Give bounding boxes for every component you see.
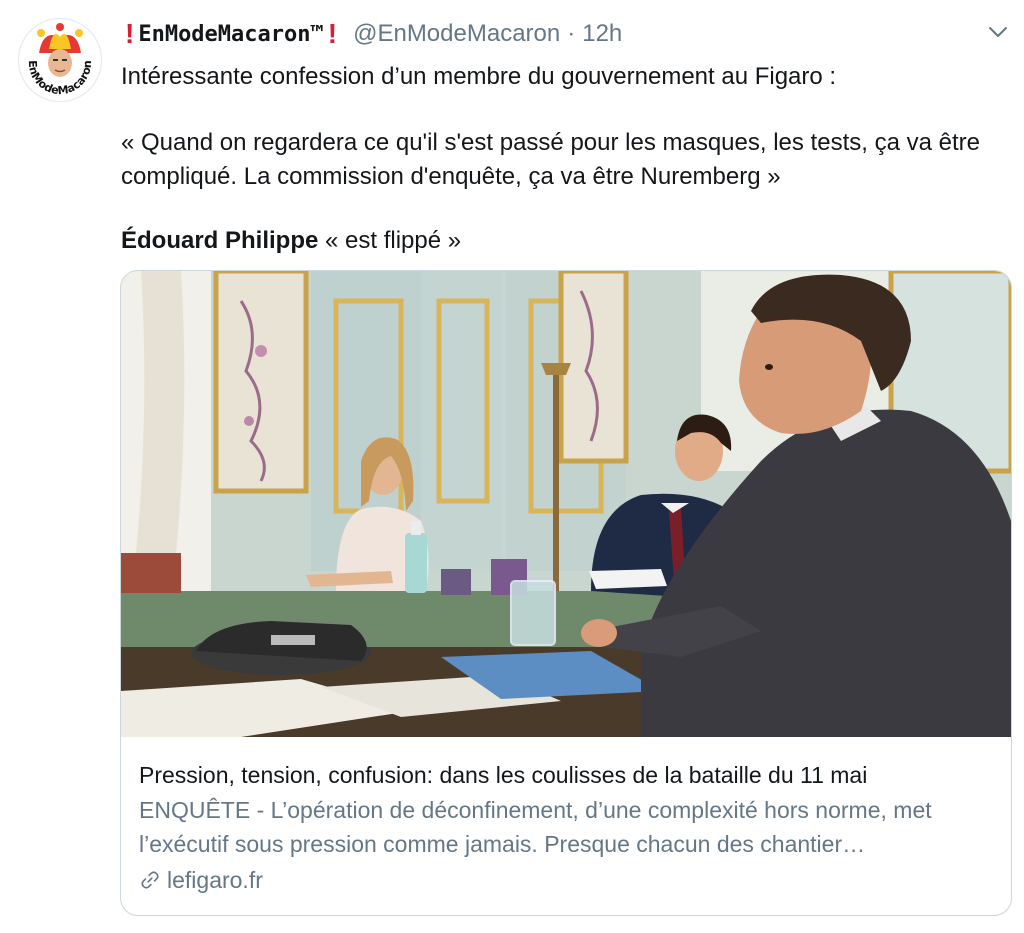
tweet-text-intro: Intéressante confession d’un membre du g… <box>121 63 837 90</box>
tweet-text-name: Édouard Philippe <box>121 227 319 254</box>
tweet-text-after-name: « est flippé » <box>318 227 462 254</box>
tweet-text: Intéressante confession d’un membre du g… <box>121 60 1001 258</box>
card-image <box>121 271 1011 737</box>
user-handle[interactable]: @EnModeMacaron <box>353 20 560 48</box>
display-name[interactable]: EnModeMacaron™ <box>138 22 323 47</box>
tweet-header: ! EnModeMacaron™ ! @EnModeMacaron · 12h <box>121 14 1001 54</box>
link-card[interactable]: Pression, tension, confusion: dans les c… <box>120 270 1012 916</box>
separator-dot: · <box>567 20 576 47</box>
card-title: Pression, tension, confusion: dans les c… <box>139 762 868 788</box>
timestamp[interactable]: 12h <box>582 20 622 48</box>
avatar[interactable]: EnModeMacaron <box>18 18 102 102</box>
tweet-text-closing: Édouard Philippe « est flippé » <box>121 224 1001 258</box>
tweet-text-quote: « Quand on regardera ce qu'il s'est pass… <box>121 129 980 190</box>
exclamation-icon: ! <box>327 18 338 49</box>
jester-avatar-image: EnModeMacaron <box>26 23 94 97</box>
exclamation-icon: ! <box>125 18 135 49</box>
card-domain: lefigaro.fr <box>167 866 263 893</box>
link-icon <box>141 871 159 889</box>
card-domain-link[interactable]: lefigaro.fr <box>139 863 263 897</box>
chevron-down-icon[interactable] <box>986 20 1010 44</box>
card-description: ENQUÊTE - L’opération de déconfinement, … <box>139 797 932 857</box>
